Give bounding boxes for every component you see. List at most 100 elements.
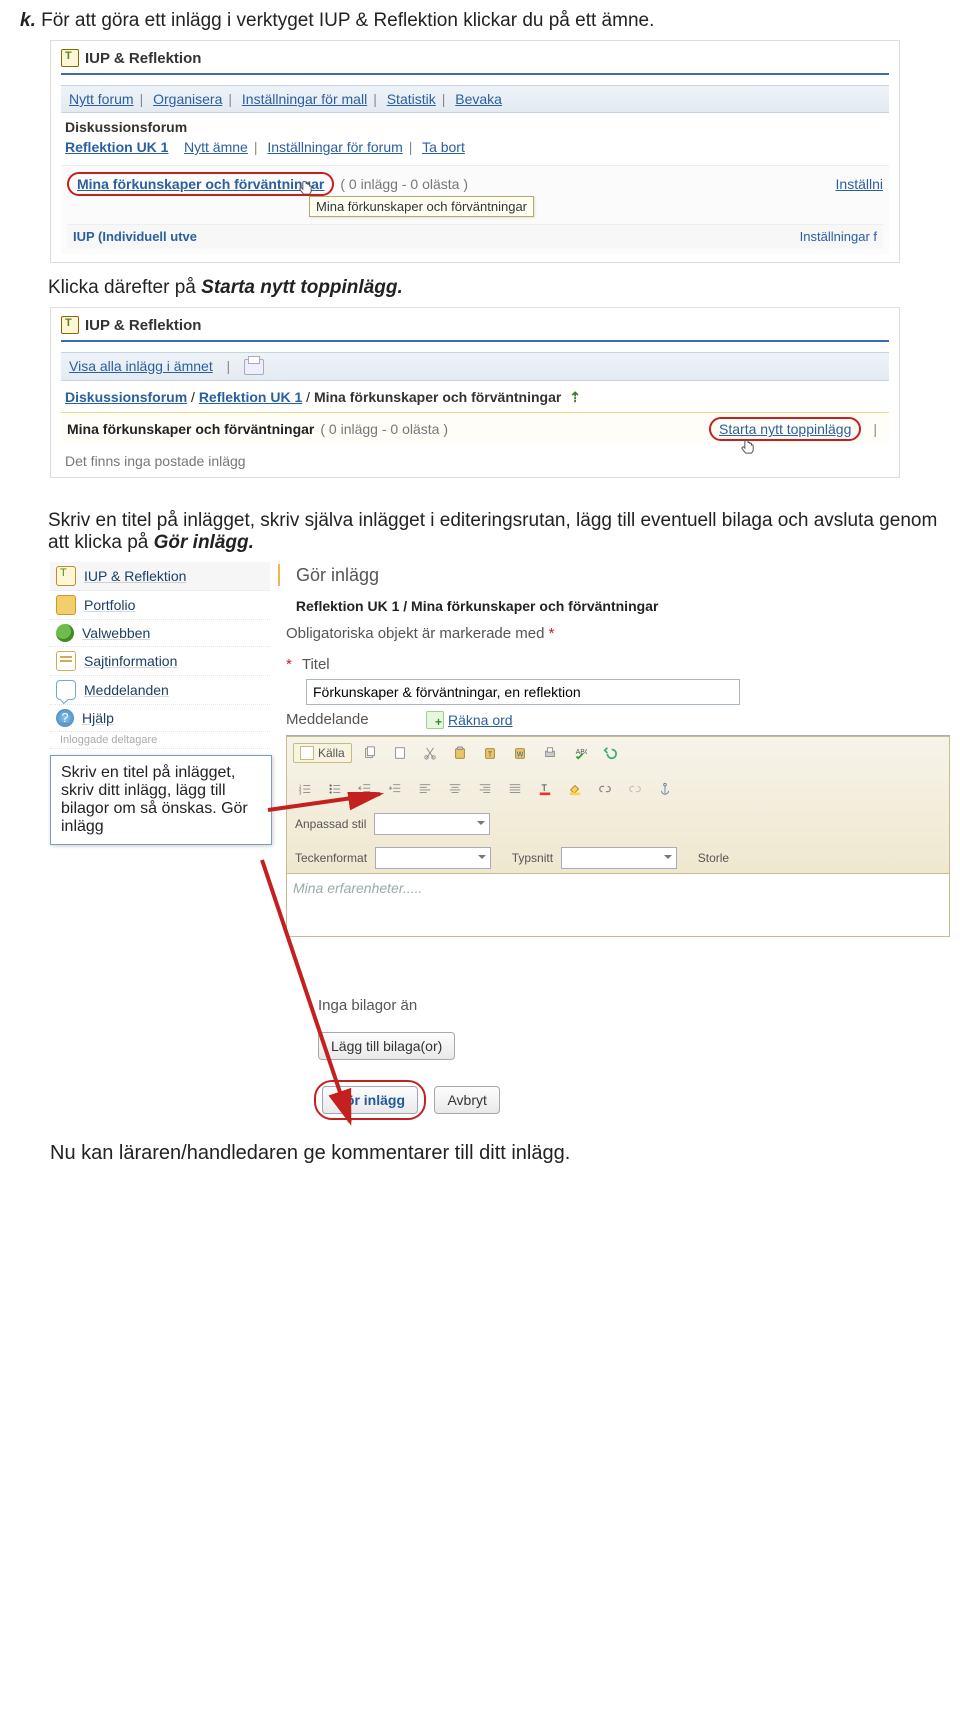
add-attachment-button[interactable]: Lägg till bilaga(or) bbox=[318, 1032, 455, 1060]
print-btn[interactable] bbox=[538, 741, 562, 765]
undo-btn[interactable] bbox=[598, 741, 622, 765]
editor-area[interactable]: Mina erfarenheter..... bbox=[286, 874, 950, 937]
menu-organisera[interactable]: Organisera bbox=[153, 91, 222, 107]
topic-link[interactable]: Mina förkunskaper och förväntningar bbox=[77, 176, 324, 192]
mandatory-note: Obligatoriska objekt är markerade med * bbox=[286, 625, 950, 642]
sidebar-label-3: Sajtinformation bbox=[84, 653, 177, 669]
paste-btn[interactable] bbox=[448, 741, 472, 765]
main-content: Gör inlägg Reflektion UK 1 / Mina förkun… bbox=[270, 562, 950, 1119]
orange-separator bbox=[278, 564, 280, 586]
typsnitt-label: Typsnitt bbox=[510, 851, 555, 865]
word-count-icon bbox=[426, 711, 444, 729]
cutoff-row: IUP (Individuell utve Inställningar f bbox=[67, 224, 883, 248]
page-heading-text: Gör inlägg bbox=[296, 565, 379, 586]
anpassad-select[interactable] bbox=[374, 813, 490, 835]
tool-icon-small bbox=[56, 566, 76, 586]
sidebar-loggedin: Inloggade deltagare bbox=[50, 732, 270, 749]
attach-row: Lägg till bilaga(or) bbox=[314, 1028, 950, 1064]
tool-title-text: IUP & Reflektion bbox=[85, 50, 201, 67]
new-btn[interactable] bbox=[388, 741, 412, 765]
instruction-1-pre: Klicka därefter på bbox=[48, 277, 201, 298]
list-bul-btn[interactable] bbox=[323, 777, 347, 801]
path-pre: Reflektion UK 1 bbox=[296, 598, 399, 614]
bc-sub[interactable]: Reflektion UK 1 bbox=[199, 389, 302, 405]
side-nav: IUP & Reflektion Portfolio Valwebben Saj… bbox=[50, 562, 270, 1119]
align-left-btn[interactable] bbox=[413, 777, 437, 801]
intro-line: k. För att göra ett inlägg i verktyget I… bbox=[20, 10, 940, 32]
sidebar-item-iup[interactable]: IUP & Reflektion bbox=[50, 562, 270, 591]
submit-row: Gör inlägg Avbryt bbox=[314, 1080, 950, 1120]
spellcheck-btn[interactable]: ABC bbox=[568, 741, 592, 765]
instruction-2-bold: Gör inlägg. bbox=[154, 532, 254, 553]
menu-nytt-forum[interactable]: Nytt forum bbox=[69, 91, 134, 107]
msg-label: Meddelande bbox=[286, 711, 386, 728]
form-row-msg: Meddelande Räkna ord bbox=[286, 711, 950, 729]
cancel-button[interactable]: Avbryt bbox=[434, 1086, 499, 1114]
tecken-select[interactable] bbox=[375, 847, 491, 869]
folder-icon bbox=[56, 595, 76, 615]
screenshot-2: IUP & Reflektion Visa alla inlägg i ämne… bbox=[50, 307, 900, 478]
menu-statistik[interactable]: Statistik bbox=[387, 91, 436, 107]
instruction-2: Skriv en titel på inlägget, skriv själva… bbox=[48, 510, 940, 554]
source-button[interactable]: Källa bbox=[293, 743, 352, 763]
forum-installningar[interactable]: Inställningar för forum bbox=[267, 139, 402, 155]
sidebar-item-sajtinfo[interactable]: Sajtinformation bbox=[50, 647, 270, 676]
forum-nytt-amne[interactable]: Nytt ämne bbox=[184, 139, 248, 155]
align-right-btn[interactable] bbox=[473, 777, 497, 801]
svg-text:T: T bbox=[488, 751, 493, 758]
forum-name-link[interactable]: Reflektion UK 1 bbox=[65, 139, 168, 155]
cut-btn[interactable] bbox=[418, 741, 442, 765]
outdent-btn[interactable] bbox=[353, 777, 377, 801]
cutoff-left: IUP (Individuell utve bbox=[73, 229, 197, 244]
paste-word-btn[interactable]: W bbox=[508, 741, 532, 765]
align-center-btn[interactable] bbox=[443, 777, 467, 801]
print-icon[interactable] bbox=[244, 359, 264, 375]
bgcolor-btn[interactable] bbox=[563, 777, 587, 801]
sidebar-item-meddelanden[interactable]: Meddelanden bbox=[50, 676, 270, 705]
storlek-label: Storle bbox=[696, 851, 731, 865]
tool-title-2-text: IUP & Reflektion bbox=[85, 317, 201, 334]
asterisk-icon-2: * bbox=[286, 656, 292, 673]
topic-block: Mina förkunskaper och förväntningar ( 0 … bbox=[61, 165, 889, 254]
breadcrumb: Diskussionsforum / Reflektion UK 1 / Min… bbox=[65, 389, 889, 406]
forum-tabort[interactable]: Ta bort bbox=[422, 139, 465, 155]
rakna-ord-link[interactable]: Räkna ord bbox=[426, 711, 513, 729]
bc-current: Mina förkunskaper och förväntningar bbox=[314, 389, 561, 405]
asterisk-icon: * bbox=[549, 625, 555, 642]
help-icon bbox=[56, 709, 74, 727]
sidebar-item-valwebben[interactable]: Valwebben bbox=[50, 620, 270, 647]
link-btn[interactable] bbox=[593, 777, 617, 801]
textcolor-btn[interactable]: T bbox=[533, 777, 557, 801]
indent-btn[interactable] bbox=[383, 777, 407, 801]
section-diskussionsforum: Diskussionsforum bbox=[65, 119, 889, 135]
typsnitt-select[interactable] bbox=[561, 847, 677, 869]
bc-forum[interactable]: Diskussionsforum bbox=[65, 389, 187, 405]
tool-icon-2 bbox=[61, 316, 79, 334]
list-num-btn[interactable]: 123 bbox=[293, 777, 317, 801]
footer-line: Nu kan läraren/handledaren ge kommentare… bbox=[50, 1142, 940, 1165]
menu-installningar-mall[interactable]: Inställningar för mall bbox=[242, 91, 367, 107]
sidebar-item-hjalp[interactable]: Hjälp bbox=[50, 705, 270, 732]
cursor-hand-icon bbox=[301, 180, 317, 196]
unlink-btn[interactable] bbox=[623, 777, 647, 801]
menu-bevaka[interactable]: Bevaka bbox=[455, 91, 502, 107]
title-label: Titel bbox=[302, 656, 402, 673]
editor-toolbar: Källa T W ABC 123 bbox=[286, 736, 950, 874]
sidebar-item-portfolio[interactable]: Portfolio bbox=[50, 591, 270, 620]
visa-alla-link[interactable]: Visa alla inlägg i ämnet bbox=[69, 358, 213, 374]
topic-right-cut[interactable]: Inställni bbox=[836, 176, 883, 192]
align-just-btn[interactable] bbox=[503, 777, 527, 801]
copy-btn[interactable] bbox=[358, 741, 382, 765]
topic-row: Mina förkunskaper och förväntningar ( 0 … bbox=[61, 412, 889, 445]
menu-strip-2: Visa alla inlägg i ämnet | bbox=[61, 352, 889, 381]
submit-button[interactable]: Gör inlägg bbox=[322, 1086, 418, 1114]
source-label: Källa bbox=[318, 746, 345, 760]
paste-text-btn[interactable]: T bbox=[478, 741, 502, 765]
starta-nytt-link[interactable]: Starta nytt toppinlägg bbox=[719, 421, 851, 437]
hover-tooltip: Mina förkunskaper och förväntningar bbox=[309, 196, 534, 217]
anchor-btn[interactable] bbox=[653, 777, 677, 801]
highlight-oval: Mina förkunskaper och förväntningar bbox=[67, 172, 334, 196]
arrow-up-icon[interactable]: ⇡ bbox=[569, 389, 581, 405]
title-input[interactable] bbox=[306, 679, 740, 705]
rich-editor: Källa T W ABC 123 bbox=[286, 735, 950, 937]
